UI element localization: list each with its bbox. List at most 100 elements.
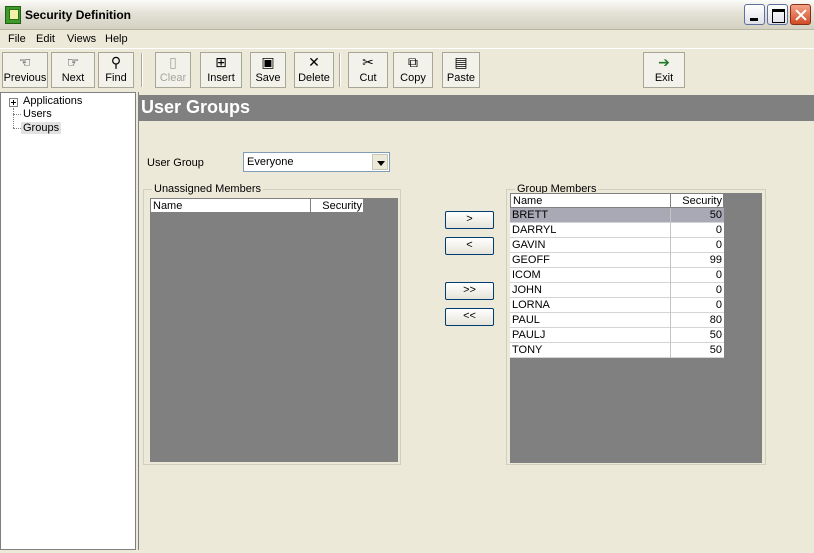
column-divider <box>670 343 671 358</box>
member-name: BRETT <box>512 209 549 221</box>
member-name: PAUL <box>512 314 540 326</box>
column-header-name[interactable]: Name <box>511 194 671 209</box>
member-security: 0 <box>715 239 722 251</box>
member-security: 0 <box>715 299 722 311</box>
member-name: JOHN <box>512 284 542 296</box>
member-security: 0 <box>715 269 722 281</box>
member-name: ICOM <box>512 269 541 281</box>
column-header-security[interactable]: Security <box>671 194 724 209</box>
column-divider <box>670 223 671 238</box>
tree-item-groups[interactable]: Groups <box>21 122 62 134</box>
member-name: PAULJ <box>512 329 546 341</box>
table-row[interactable]: JOHN 0 <box>510 283 724 298</box>
member-security: 50 <box>709 344 722 356</box>
menu-help[interactable]: Help <box>105 33 128 45</box>
navigation-tree: Applications Users Groups <box>0 92 136 550</box>
cut-button[interactable]: ✂ Cut <box>348 52 388 88</box>
grid-header: Name Security <box>510 193 724 209</box>
delete-x-icon: ✕ <box>308 54 320 70</box>
page-title: User Groups <box>141 97 251 117</box>
grid-header: Name Security <box>150 198 364 214</box>
title-bar[interactable]: Security Definition <box>0 0 814 30</box>
tree-connector <box>13 108 14 128</box>
member-security: 50 <box>709 329 722 341</box>
unassigned-members-grid[interactable]: Name Security <box>150 198 398 462</box>
exit-door-icon: ➔ <box>658 54 670 70</box>
close-button[interactable] <box>790 4 811 25</box>
main-panel: User Groups User Group Unassigned Member… <box>138 92 814 550</box>
save-button[interactable]: ▣ Save <box>250 52 286 88</box>
copy-icon: ⧉ <box>408 54 418 70</box>
clipboard-icon: ▤ <box>454 54 468 70</box>
column-divider <box>670 313 671 328</box>
column-divider <box>670 283 671 298</box>
table-row[interactable]: TONY 50 <box>510 343 724 358</box>
column-divider <box>670 298 671 313</box>
member-security: 50 <box>709 209 722 221</box>
table-row[interactable]: BRETT 50 <box>510 208 724 223</box>
remove-member-button[interactable]: < <box>445 237 494 255</box>
column-divider <box>670 238 671 253</box>
member-name: LORNA <box>512 299 550 311</box>
minimize-button[interactable] <box>744 4 765 25</box>
table-row[interactable]: LORNA 0 <box>510 298 724 313</box>
delete-button[interactable]: ✕ Delete <box>294 52 334 88</box>
tree-connector <box>13 128 21 129</box>
blank-page-icon: ▯ <box>169 54 177 70</box>
toolbar-separator <box>339 53 341 87</box>
table-row[interactable]: PAULJ 50 <box>510 328 724 343</box>
table-row[interactable]: GEOFF 99 <box>510 253 724 268</box>
paste-button[interactable]: ▤ Paste <box>442 52 480 88</box>
tree-item-applications[interactable]: Applications <box>23 95 82 107</box>
insert-button[interactable]: ⊞ Insert <box>200 52 242 88</box>
member-name: TONY <box>512 344 543 356</box>
column-divider <box>670 328 671 343</box>
remove-all-members-button[interactable]: << <box>445 308 494 326</box>
clear-button[interactable]: ▯ Clear <box>155 52 191 88</box>
column-header-name[interactable]: Name <box>151 199 311 214</box>
add-member-button[interactable]: > <box>445 211 494 229</box>
member-security: 0 <box>715 224 722 236</box>
menu-file[interactable]: File <box>8 33 26 45</box>
floppy-disk-icon: ▣ <box>261 54 275 70</box>
member-security: 80 <box>709 314 722 326</box>
group-members-grid[interactable]: Name Security BRETT 50 DARRYL 0 GAVIN 0 GEOFF 9… <box>510 193 762 463</box>
member-name: GEOFF <box>512 254 550 266</box>
user-group-input[interactable] <box>244 153 370 171</box>
group-members-group: Group Members Name Security BRETT 50 DARRY… <box>506 183 766 465</box>
table-row[interactable]: ICOM 0 <box>510 268 724 283</box>
tree-connector <box>13 114 21 115</box>
table-row[interactable]: GAVIN 0 <box>510 238 724 253</box>
exit-button[interactable]: ➔ Exit <box>643 52 685 88</box>
unassigned-members-group: Unassigned Members Name Security <box>143 183 401 465</box>
column-header-security[interactable]: Security <box>311 199 364 214</box>
header-band: User Groups <box>139 95 814 121</box>
table-row[interactable]: PAUL 80 <box>510 313 724 328</box>
toolbar: ☜ Previous ☞ Next ⚲ Find ▯ Clear ⊞ Inser… <box>0 48 814 89</box>
unassigned-members-title: Unassigned Members <box>152 183 263 195</box>
tree-item-users[interactable]: Users <box>23 108 52 120</box>
copy-button[interactable]: ⧉ Copy <box>393 52 433 88</box>
point-left-icon: ☜ <box>18 54 32 70</box>
new-page-icon: ⊞ <box>215 54 227 70</box>
column-divider <box>670 268 671 283</box>
menu-views[interactable]: Views <box>67 33 96 45</box>
previous-button[interactable]: ☜ Previous <box>2 52 48 88</box>
binoculars-icon: ⚲ <box>110 54 122 70</box>
chevron-down-icon[interactable] <box>372 154 388 170</box>
table-row[interactable]: DARRYL 0 <box>510 223 724 238</box>
toolbar-separator <box>141 53 143 87</box>
column-divider <box>670 208 671 223</box>
app-icon <box>5 6 21 24</box>
next-button[interactable]: ☞ Next <box>51 52 95 88</box>
scissors-icon: ✂ <box>362 54 374 70</box>
menu-bar: File Edit Views Help <box>0 31 814 48</box>
maximize-button[interactable] <box>767 4 788 25</box>
user-group-select[interactable] <box>243 152 390 172</box>
user-group-label: User Group <box>147 157 204 169</box>
member-name: GAVIN <box>512 239 546 251</box>
add-all-members-button[interactable]: >> <box>445 282 494 300</box>
expand-icon[interactable] <box>9 98 18 107</box>
find-button[interactable]: ⚲ Find <box>98 52 134 88</box>
menu-edit[interactable]: Edit <box>36 33 55 45</box>
